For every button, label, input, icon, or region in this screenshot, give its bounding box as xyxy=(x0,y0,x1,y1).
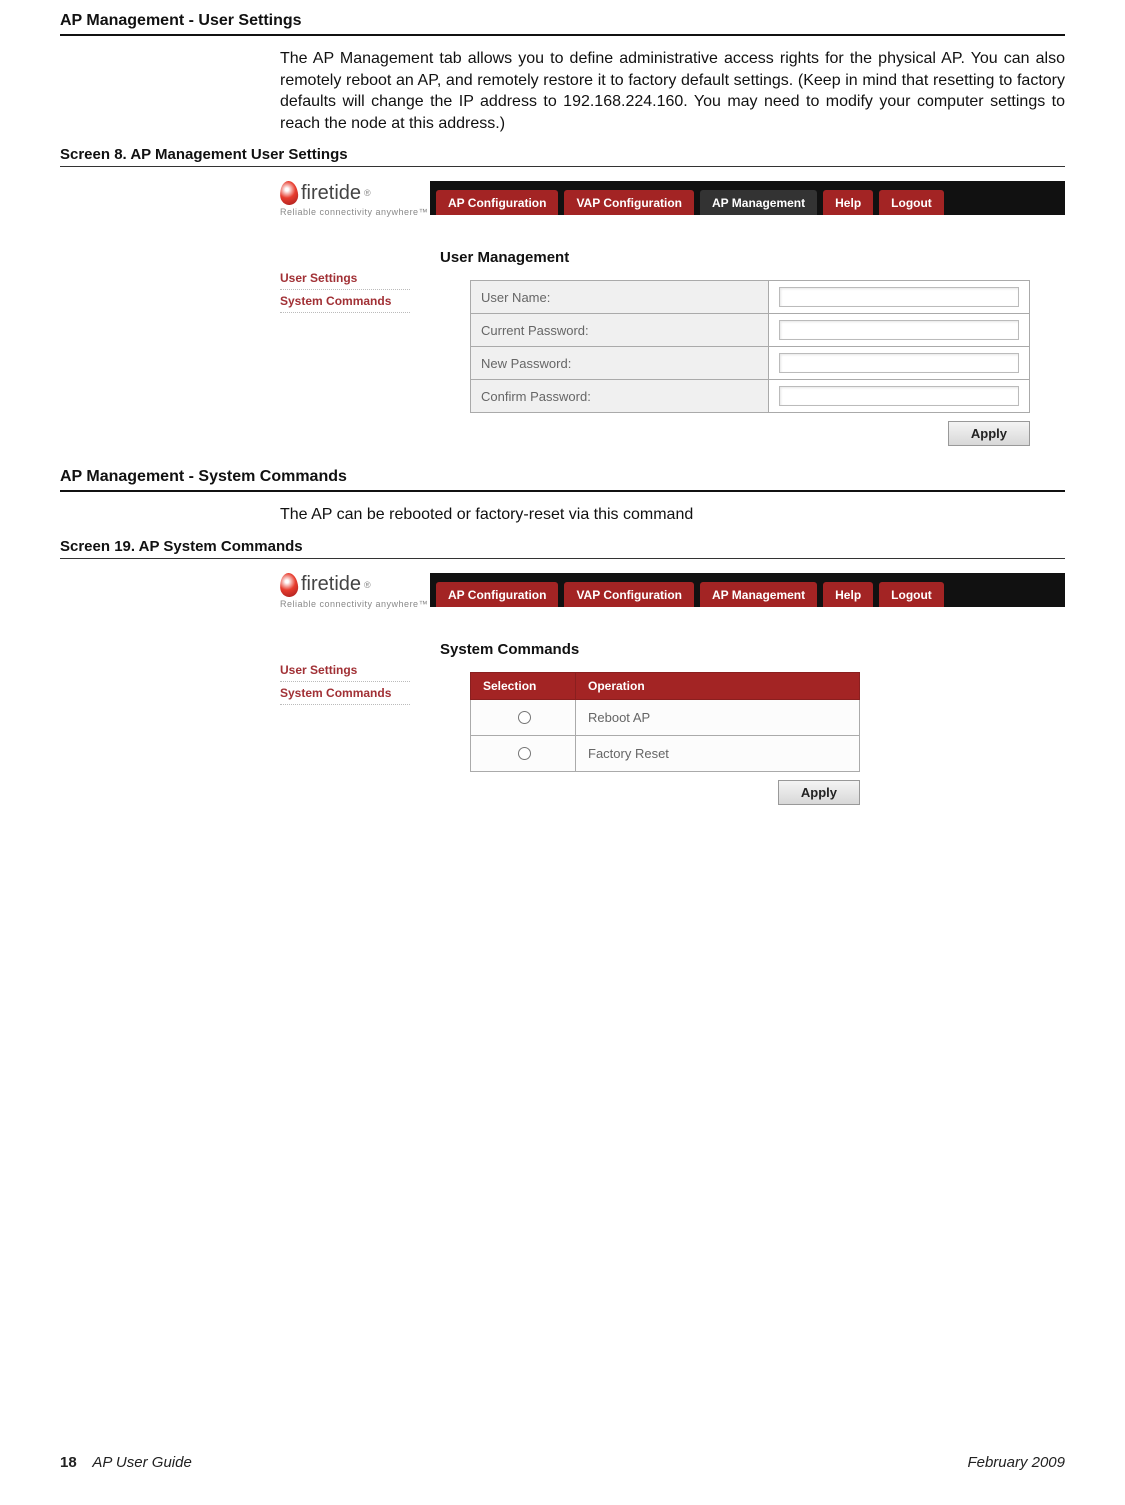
logo-subtitle: Reliable connectivity anywhere™ xyxy=(280,207,430,217)
sidenav-system-commands-2[interactable]: System Commands xyxy=(280,682,410,705)
tab-ap-management-2[interactable]: AP Management xyxy=(700,582,817,607)
tab-help-2[interactable]: Help xyxy=(823,582,873,607)
radio-factory-reset[interactable] xyxy=(518,747,531,760)
panel-title-user-management: User Management xyxy=(440,249,1065,266)
tab-logout[interactable]: Logout xyxy=(879,190,944,215)
col-header-operation: Operation xyxy=(576,672,860,699)
input-confirm-password[interactable] xyxy=(779,386,1019,406)
col-header-selection: Selection xyxy=(471,672,576,699)
page-footer: 18 AP User Guide February 2009 xyxy=(60,1454,1065,1471)
logo-text-2: firetide xyxy=(301,573,361,596)
tab-ap-management[interactable]: AP Management xyxy=(700,190,817,215)
tab-logout-2[interactable]: Logout xyxy=(879,582,944,607)
logo-block-2: firetide ® Reliable connectivity anywher… xyxy=(280,573,430,609)
label-new-password: New Password: xyxy=(471,347,769,380)
label-user-name: User Name: xyxy=(471,281,769,314)
page-number: 18 xyxy=(60,1454,77,1471)
doc-title: AP User Guide xyxy=(92,1454,192,1471)
sidenav-user-settings[interactable]: User Settings xyxy=(280,267,410,290)
section-title-system-commands: AP Management - System Commands xyxy=(60,468,1065,492)
op-factory-reset: Factory Reset xyxy=(576,735,860,771)
user-management-form: User Name: Current Password: New Passwor… xyxy=(470,280,1030,413)
section-title-user-settings: AP Management - User Settings xyxy=(60,12,1065,36)
sidenav-system-commands[interactable]: System Commands xyxy=(280,290,410,313)
logo-text: firetide xyxy=(301,182,361,205)
tabbar-2: AP Configuration VAP Configuration AP Ma… xyxy=(430,573,1065,607)
system-commands-table: Selection Operation Reboot AP Factory Re… xyxy=(470,672,860,772)
panel-title-system-commands: System Commands xyxy=(440,641,1065,658)
screenshot-system-commands: firetide ® Reliable connectivity anywher… xyxy=(280,573,1065,805)
tab-ap-configuration[interactable]: AP Configuration xyxy=(436,190,558,215)
input-new-password[interactable] xyxy=(779,353,1019,373)
firetide-flame-icon xyxy=(279,572,299,597)
tab-vap-configuration-2[interactable]: VAP Configuration xyxy=(564,582,694,607)
op-reboot-ap: Reboot AP xyxy=(576,699,860,735)
logo-subtitle-2: Reliable connectivity anywhere™ xyxy=(280,599,430,609)
firetide-flame-icon xyxy=(279,181,299,206)
side-nav-2: User Settings System Commands xyxy=(280,659,430,705)
footer-date: February 2009 xyxy=(967,1454,1065,1471)
tab-help[interactable]: Help xyxy=(823,190,873,215)
label-confirm-password: Confirm Password: xyxy=(471,380,769,413)
side-nav: User Settings System Commands xyxy=(280,267,430,313)
sidenav-user-settings-2[interactable]: User Settings xyxy=(280,659,410,682)
screenshot-user-management: firetide ® Reliable connectivity anywher… xyxy=(280,181,1065,446)
apply-button-2[interactable]: Apply xyxy=(778,780,860,805)
body-text-system-commands: The AP can be rebooted or factory-reset … xyxy=(280,504,1065,526)
tab-vap-configuration[interactable]: VAP Configuration xyxy=(564,190,694,215)
input-current-password[interactable] xyxy=(779,320,1019,340)
figure-caption-screen8: Screen 8. AP Management User Settings xyxy=(60,146,1065,167)
apply-button[interactable]: Apply xyxy=(948,421,1030,446)
tabbar: AP Configuration VAP Configuration AP Ma… xyxy=(430,181,1065,215)
input-user-name[interactable] xyxy=(779,287,1019,307)
label-current-password: Current Password: xyxy=(471,314,769,347)
radio-reboot-ap[interactable] xyxy=(518,711,531,724)
body-text-user-settings: The AP Management tab allows you to defi… xyxy=(280,48,1065,134)
logo-block: firetide ® Reliable connectivity anywher… xyxy=(280,181,430,217)
tab-ap-configuration-2[interactable]: AP Configuration xyxy=(436,582,558,607)
figure-caption-screen19: Screen 19. AP System Commands xyxy=(60,538,1065,559)
